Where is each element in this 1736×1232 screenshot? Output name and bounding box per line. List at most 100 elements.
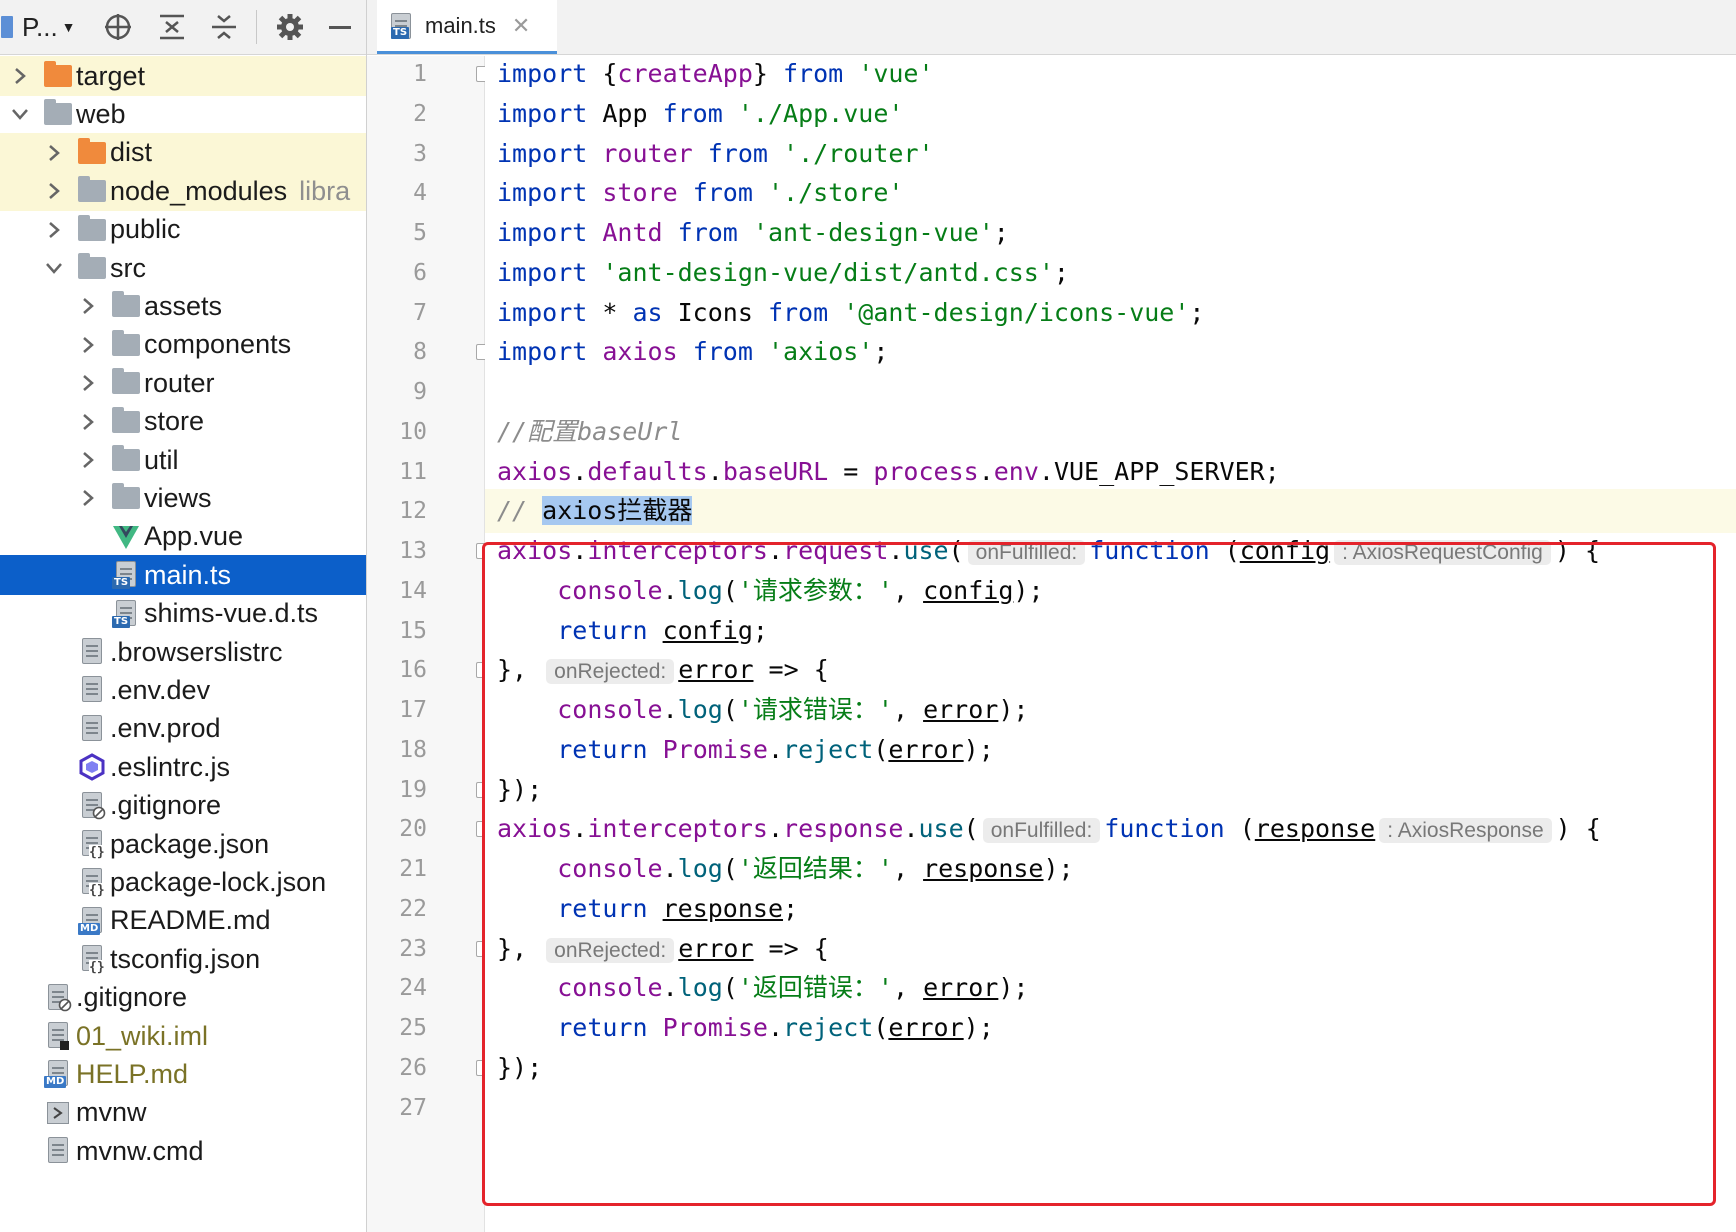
chevron-right-icon[interactable] xyxy=(78,488,98,508)
code-token: Icons xyxy=(662,297,768,327)
tree-item[interactable]: assets xyxy=(0,286,366,326)
project-view-selector[interactable]: P... ▼ xyxy=(22,0,84,54)
line-number: 15 xyxy=(399,617,427,644)
code-token: import xyxy=(497,138,588,168)
chevron-right-icon[interactable] xyxy=(44,181,64,201)
code-token: error xyxy=(888,734,964,764)
code-token: ( xyxy=(873,1013,889,1042)
tree-item[interactable]: .eslintrc.js xyxy=(0,747,366,787)
code-token: => { xyxy=(753,933,829,963)
settings-button[interactable] xyxy=(272,0,308,54)
code-token: ); xyxy=(1043,854,1074,883)
tree-item[interactable]: TS main.ts xyxy=(0,555,366,596)
tab-main-ts[interactable]: TS main.ts ✕ xyxy=(377,0,557,54)
tree-item[interactable]: public xyxy=(0,210,366,250)
chevron-right-icon[interactable] xyxy=(44,143,64,163)
folder-icon xyxy=(112,329,140,359)
tree-item[interactable]: node_modules libra xyxy=(0,171,366,212)
tree-item[interactable]: router xyxy=(0,363,366,403)
tree-item[interactable]: src xyxy=(0,248,366,288)
code-token: , xyxy=(892,575,924,605)
code-token: . xyxy=(767,814,784,844)
code-token: . xyxy=(662,575,678,605)
code-token: import xyxy=(497,59,588,88)
tree-item[interactable]: MD README.md xyxy=(0,901,366,941)
tree-item[interactable]: store xyxy=(0,402,366,442)
tree-item[interactable]: {} package-lock.json xyxy=(0,862,366,902)
code-token: . xyxy=(888,536,904,565)
gitignore-file-icon xyxy=(44,983,72,1012)
tree-item-label: .env.dev xyxy=(110,674,211,705)
tree-item[interactable]: mvnw xyxy=(0,1093,366,1133)
tree-item-label: .eslintrc.js xyxy=(110,751,231,782)
chevron-right-icon[interactable] xyxy=(10,66,30,86)
tree-item[interactable]: dist xyxy=(0,132,366,173)
tree-item[interactable]: util xyxy=(0,440,366,480)
tree-item[interactable]: .gitignore xyxy=(0,978,366,1018)
code-token: ; xyxy=(1189,297,1205,327)
close-icon[interactable]: ✕ xyxy=(512,13,530,39)
tree-item[interactable]: {} tsconfig.json xyxy=(0,939,366,979)
parameter-hint: onFulfilled: xyxy=(967,540,1086,565)
code-editor[interactable]: import {createApp} from 'vue' import App … xyxy=(485,56,1736,1232)
tree-item[interactable]: MD HELP.md xyxy=(0,1054,366,1094)
tree-item[interactable]: web xyxy=(0,94,366,134)
eslint-file-icon xyxy=(78,753,106,781)
chevron-down-icon[interactable] xyxy=(44,258,64,278)
tree-item[interactable]: .env.dev xyxy=(0,670,366,710)
code-token: config xyxy=(662,615,753,645)
chevron-right-icon[interactable] xyxy=(78,373,98,393)
code-token: App xyxy=(587,98,663,128)
tree-item[interactable]: target xyxy=(0,56,366,96)
chevron-right-icon[interactable] xyxy=(78,335,98,355)
folder-icon xyxy=(112,445,140,474)
tree-item-label: .gitignore xyxy=(110,790,222,821)
tree-item[interactable]: .browserslistrc xyxy=(0,632,366,672)
code-line: import axios from 'axios'; xyxy=(497,330,888,374)
tree-item[interactable]: views xyxy=(0,478,366,518)
tree-item[interactable]: 01_wiki.iml xyxy=(0,1016,366,1056)
tree-item-label: .env.prod xyxy=(110,713,221,744)
code-token: ; xyxy=(783,893,799,923)
chevron-down-icon: ▼ xyxy=(61,19,76,35)
code-token: 'ant-design-vue/dist/antd.css' xyxy=(602,257,1054,287)
locate-file-button[interactable] xyxy=(100,0,136,54)
expand-all-button[interactable] xyxy=(154,0,190,54)
chevron-right-icon[interactable] xyxy=(78,296,98,316)
tree-item[interactable]: TS shims-vue.d.ts xyxy=(0,594,366,634)
line-number: 19 xyxy=(399,776,427,803)
tree-item[interactable]: components xyxy=(0,325,366,365)
tree-item[interactable]: .env.prod xyxy=(0,709,366,749)
code-line: import router from './router' xyxy=(497,132,934,176)
tree-item[interactable]: {} package.json xyxy=(0,824,366,864)
code-token: console xyxy=(557,854,663,883)
code-token: //配置baseUrl xyxy=(497,416,683,446)
tree-item[interactable]: .gitignore xyxy=(0,786,366,826)
code-line: import store from './store' xyxy=(497,171,903,215)
code-line: import Antd from 'ant-design-vue'; xyxy=(497,211,1009,255)
tree-item-label: package-lock.json xyxy=(110,866,327,897)
code-token: = xyxy=(828,456,874,486)
code-line: return response; xyxy=(497,887,798,931)
code-token: from xyxy=(662,98,723,128)
collapse-all-button[interactable] xyxy=(206,0,242,54)
code-line: }); xyxy=(497,768,542,812)
folder-icon xyxy=(112,406,140,436)
chevron-right-icon[interactable] xyxy=(78,412,98,432)
chevron-down-icon[interactable] xyxy=(10,104,30,124)
chevron-right-icon[interactable] xyxy=(44,220,64,240)
hide-panel-button[interactable] xyxy=(322,0,358,54)
chevron-right-icon[interactable] xyxy=(78,450,98,470)
tree-item[interactable]: mvnw.cmd xyxy=(0,1131,366,1171)
code-token: use xyxy=(918,814,964,844)
line-number: 3 xyxy=(413,140,427,167)
code-token: , xyxy=(892,854,924,883)
code-line: import App from './App.vue' xyxy=(497,92,903,136)
tree-item[interactable]: App.vue xyxy=(0,517,366,557)
line-number-gutter: 1 2 3 4 5 6 7 8 9 10 11 12 13 14 15 16 17 18 19 20 21 22 23 24 2… xyxy=(367,56,490,1232)
code-token: ; xyxy=(752,615,768,645)
tab-label: main.ts xyxy=(425,12,496,38)
